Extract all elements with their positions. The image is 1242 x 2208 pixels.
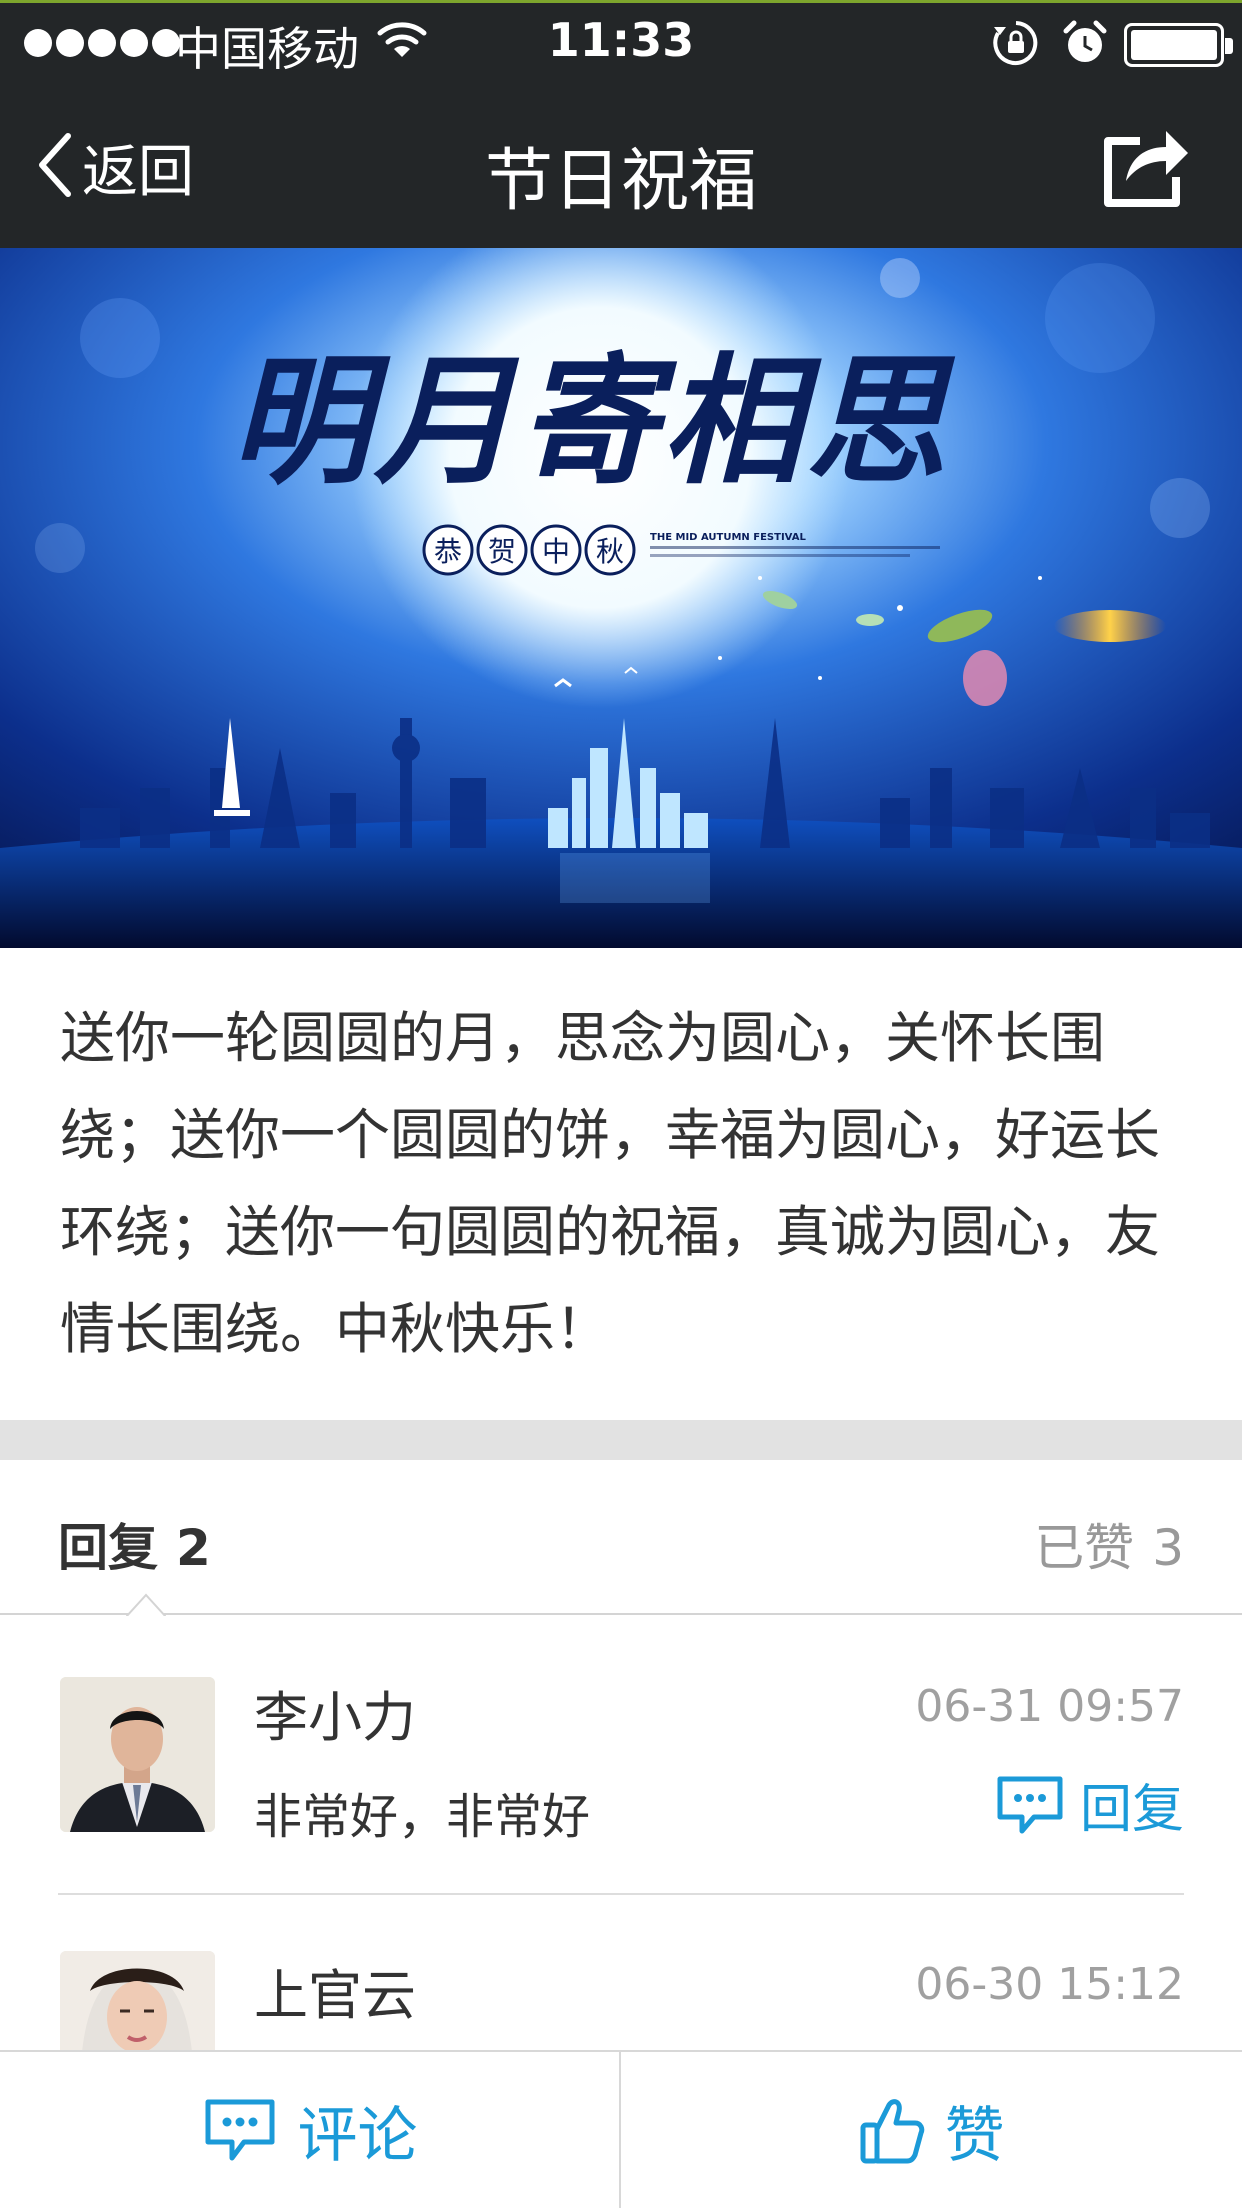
seal-char-1: 恭 [434,535,462,568]
orientation-lock-icon [992,19,1040,78]
replies-label: 回复 [58,1519,158,1577]
page-title: 节日祝福 [484,142,757,221]
comment-author: 李小力 [254,1686,416,1749]
seal-char-3: 中 [542,535,570,568]
replies-header: 回复 2 已赞 3 [0,1460,1242,1618]
comment-button[interactable]: 评论 [0,2052,621,2208]
reply-label: 回复 [1079,1780,1184,1840]
bottom-action-bar: 评论 赞 [0,2050,1242,2208]
navigation-bar: 返回 节日祝福 [0,83,1242,251]
like-button[interactable]: 赞 [621,2052,1242,2208]
comment-text: 非常好，非常好 [254,1789,591,1845]
comment-author: 上官云 [254,1964,416,2027]
share-button[interactable] [1100,123,1192,213]
replies-count: 2 [176,1519,211,1577]
reply-button[interactable]: 回复 [994,1767,1184,1842]
festival-banner: 明月寄相思 恭 贺 中 秋 THE MID AUTUMN FESTIVAL [0,248,1242,948]
like-label: 赞 [944,2100,1005,2171]
battery-icon [1124,23,1233,67]
likes-label: 已赞 [1034,1519,1135,1577]
status-time: 11:33 [547,13,695,67]
thumbs-up-icon [860,2099,924,2164]
comment-item: 李小力 06-31 09:57 非常好，非常好 回复 [0,1617,1242,1894]
greeting-text: 送你一轮圆圆的月，思念为圆心，关怀长围绕；送你一个圆圆的饼，幸福为圆心，好运长环… [60,1006,1161,1361]
section-divider [0,1420,1242,1460]
comment-label: 评论 [297,2100,418,2171]
likes-summary: 已赞 3 [1034,1508,1184,1580]
banner-caption: THE MID AUTUMN FESTIVAL [650,532,806,543]
banner-headline: 明月寄相思 [230,340,956,504]
seal-char-2: 贺 [488,535,516,568]
tab-indicator-caret [126,1593,166,1618]
share-icon [1104,131,1188,207]
comment-time: 06-31 09:57 [915,1681,1184,1732]
seal-char-4: 秋 [596,535,624,568]
top-bar: 中国移动 11:33 返回 节日祝福 [0,0,1242,248]
status-bar: 中国移动 11:33 [0,3,1242,83]
avatar[interactable] [60,1677,215,1832]
speech-bubble-icon [997,1776,1063,1833]
likes-count: 3 [1152,1519,1184,1577]
speech-bubble-icon [205,2099,274,2161]
replies-tab[interactable]: 回复 2 [58,1508,211,1580]
alarm-icon [1062,19,1108,78]
comment-time: 06-30 15:12 [915,1959,1184,2010]
